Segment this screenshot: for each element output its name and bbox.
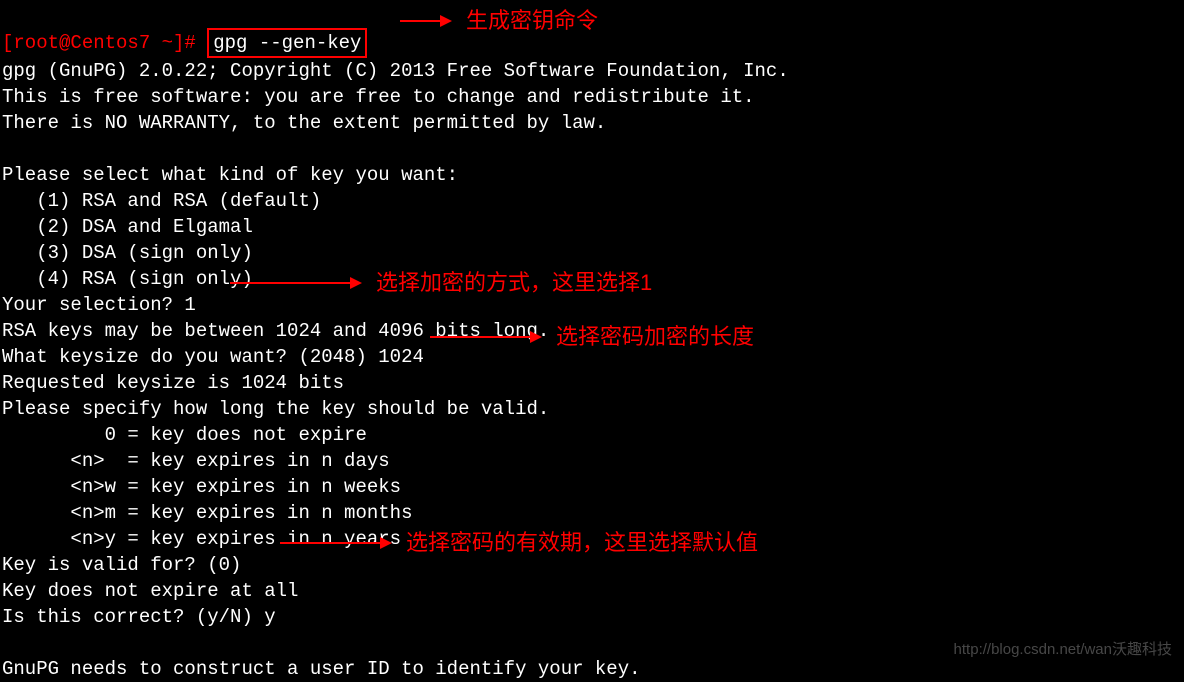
annotation-text: 生成密钥命令 (466, 8, 598, 34)
shell-prompt: [root@Centos7 ~]# (2, 32, 207, 54)
output-line: GnuPG needs to construct a user ID to id… (2, 658, 641, 680)
output-line: Key does not expire at all (2, 580, 298, 602)
annotation-select-encryption: 选择加密的方式，这里选择1 (230, 270, 652, 296)
output-line: gpg (GnuPG) 2.0.22; Copyright (C) 2013 F… (2, 60, 789, 82)
output-line: (3) DSA (sign only) (2, 242, 253, 264)
output-line: Please specify how long the key should b… (2, 398, 549, 420)
arrow-icon (280, 542, 390, 544)
output-line: This is free software: you are free to c… (2, 86, 755, 108)
arrow-icon (430, 336, 540, 338)
output-line: Key is valid for? (0) (2, 554, 241, 576)
annotation-text: 选择密码加密的长度 (556, 324, 754, 350)
command-highlight-box: gpg --gen-key (207, 28, 367, 58)
arrow-icon (230, 282, 360, 284)
output-line: Is this correct? (y/N) y (2, 606, 276, 628)
output-line: 0 = key does not expire (2, 424, 367, 446)
watermark-text: http://blog.csdn.net/wan沃趣科技 (954, 637, 1172, 663)
arrow-icon (400, 20, 450, 22)
output-line: (4) RSA (sign only) (2, 268, 253, 290)
output-line: <n>w = key expires in n weeks (2, 476, 401, 498)
output-line: There is NO WARRANTY, to the extent perm… (2, 112, 606, 134)
annotation-validity: 选择密码的有效期，这里选择默认值 (280, 530, 758, 556)
output-line: Please select what kind of key you want: (2, 164, 458, 186)
output-line: Your selection? 1 (2, 294, 196, 316)
annotation-keysize: 选择密码加密的长度 (430, 324, 754, 350)
output-line: (1) RSA and RSA (default) (2, 190, 321, 212)
output-line: (2) DSA and Elgamal (2, 216, 253, 238)
output-line: <n>m = key expires in n months (2, 502, 412, 524)
annotation-gen-key: 生成密钥命令 (400, 8, 598, 34)
annotation-text: 选择加密的方式，这里选择1 (376, 270, 652, 296)
output-line: What keysize do you want? (2048) 1024 (2, 346, 424, 368)
output-line: <n> = key expires in n days (2, 450, 390, 472)
output-line: Requested keysize is 1024 bits (2, 372, 344, 394)
command-text: gpg --gen-key (213, 32, 361, 54)
annotation-text: 选择密码的有效期，这里选择默认值 (406, 530, 758, 556)
